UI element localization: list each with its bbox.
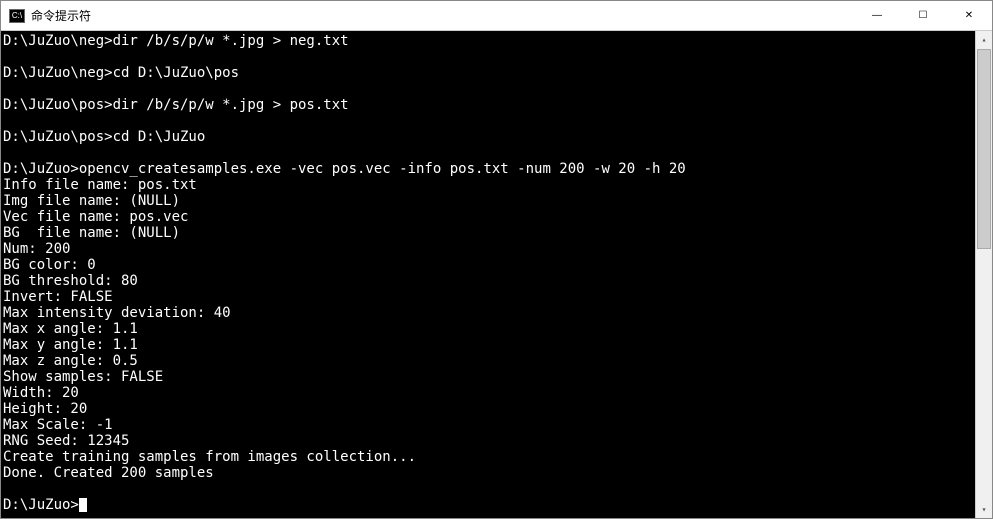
terminal-output[interactable]: D:\JuZuo\neg>dir /b/s/p/w *.jpg > neg.tx… bbox=[1, 31, 975, 518]
terminal-line: Max y angle: 1.1 bbox=[3, 337, 973, 353]
terminal-line: RNG Seed: 12345 bbox=[3, 433, 973, 449]
titlebar[interactable]: C:\ 命令提示符 — ☐ ✕ bbox=[1, 1, 992, 31]
terminal-line: Height: 20 bbox=[3, 401, 973, 417]
window-controls: — ☐ ✕ bbox=[854, 1, 992, 30]
terminal-line: Max intensity deviation: 40 bbox=[3, 305, 973, 321]
terminal-line: D:\JuZuo\pos>dir /b/s/p/w *.jpg > pos.tx… bbox=[3, 97, 973, 113]
terminal-line: Width: 20 bbox=[3, 385, 973, 401]
minimize-button[interactable]: — bbox=[854, 1, 900, 30]
terminal-line bbox=[3, 49, 973, 65]
scroll-up-arrow[interactable]: ▴ bbox=[976, 31, 992, 48]
terminal-line: D:\JuZuo>opencv_createsamples.exe -vec p… bbox=[3, 161, 973, 177]
terminal-line: Show samples: FALSE bbox=[3, 369, 973, 385]
scroll-down-arrow[interactable]: ▾ bbox=[976, 501, 992, 518]
maximize-button[interactable]: ☐ bbox=[900, 1, 946, 30]
terminal-line bbox=[3, 145, 973, 161]
terminal-line: D:\JuZuo> bbox=[3, 497, 973, 513]
terminal-line bbox=[3, 481, 973, 497]
terminal-line: BG file name: (NULL) bbox=[3, 225, 973, 241]
terminal-line: Info file name: pos.txt bbox=[3, 177, 973, 193]
terminal-line: Done. Created 200 samples bbox=[3, 465, 973, 481]
terminal-line: Vec file name: pos.vec bbox=[3, 209, 973, 225]
close-button[interactable]: ✕ bbox=[946, 1, 992, 30]
scrollbar[interactable]: ▴ ▾ bbox=[975, 31, 992, 518]
terminal-line: Max z angle: 0.5 bbox=[3, 353, 973, 369]
terminal-line: D:\JuZuo\neg>cd D:\JuZuo\pos bbox=[3, 65, 973, 81]
terminal-line: BG color: 0 bbox=[3, 257, 973, 273]
terminal-line: Img file name: (NULL) bbox=[3, 193, 973, 209]
terminal-line: D:\JuZuo\pos>cd D:\JuZuo bbox=[3, 129, 973, 145]
app-icon: C:\ bbox=[9, 9, 25, 23]
terminal-line: Max Scale: -1 bbox=[3, 417, 973, 433]
terminal-line: Num: 200 bbox=[3, 241, 973, 257]
terminal-line bbox=[3, 113, 973, 129]
command-prompt-window: C:\ 命令提示符 — ☐ ✕ D:\JuZuo\neg>dir /b/s/p/… bbox=[0, 0, 993, 519]
terminal-body: D:\JuZuo\neg>dir /b/s/p/w *.jpg > neg.tx… bbox=[1, 31, 992, 518]
terminal-line: Max x angle: 1.1 bbox=[3, 321, 973, 337]
terminal-line: D:\JuZuo\neg>dir /b/s/p/w *.jpg > neg.tx… bbox=[3, 33, 973, 49]
terminal-line bbox=[3, 81, 973, 97]
scrollbar-thumb[interactable] bbox=[977, 49, 991, 249]
window-title: 命令提示符 bbox=[31, 7, 854, 24]
terminal-line: Invert: FALSE bbox=[3, 289, 973, 305]
cursor bbox=[79, 498, 87, 512]
terminal-line: Create training samples from images coll… bbox=[3, 449, 973, 465]
terminal-line: BG threshold: 80 bbox=[3, 273, 973, 289]
